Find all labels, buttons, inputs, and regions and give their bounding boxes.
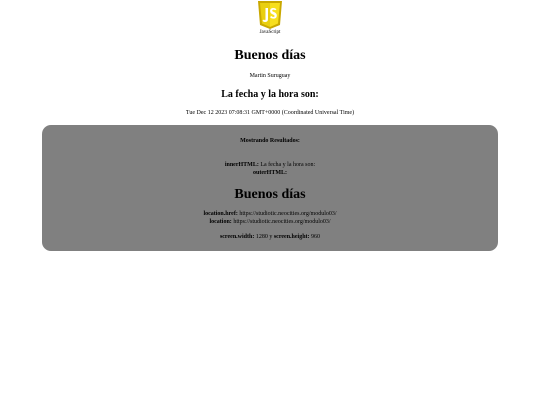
location-value: https://studiotic.neocities.org/modulo03… — [233, 219, 331, 225]
results-title: Mostrando Resultados: — [240, 138, 300, 144]
screen-width-value: 1280 — [255, 234, 268, 240]
location-href-value: https://studiotic.neocities.org/modulo03… — [239, 211, 337, 217]
location-href-row: location.href: https://studiotic.neociti… — [42, 211, 498, 218]
datetime-heading: La fecha y la hora son: — [221, 89, 319, 100]
innerhtml-value: La fecha y la hora son: — [260, 162, 316, 168]
logo-container — [0, 0, 540, 34]
screen-size-row: screen.width: 1280 y screen.height: 960 — [42, 234, 498, 241]
innerhtml-row: innerHTML: La fecha y la hora son: — [42, 162, 498, 169]
location-href-label: location.href: — [203, 211, 238, 217]
author-name: Martin Suruguay — [249, 73, 291, 79]
location-label: location: — [209, 219, 232, 225]
page-greeting: Buenos días — [234, 48, 306, 63]
results-panel: Mostrando Resultados: innerHTML: La fech… — [42, 125, 498, 251]
screen-width-label: screen.width: — [219, 234, 255, 240]
screen-joiner: y — [269, 234, 273, 240]
results-greeting: Buenos días — [234, 187, 306, 202]
innerhtml-label: innerHTML: — [224, 162, 259, 168]
outerhtml-label: outerHTML: — [253, 170, 287, 176]
datetime-value: Tue Dec 12 2023 07:08:31 GMT+0000 (Coord… — [185, 110, 355, 116]
javascript-logo-icon — [258, 1, 282, 29]
logo-caption: JavaScript — [259, 30, 281, 35]
screen-height-value: 960 — [311, 234, 321, 240]
screen-height-label: screen.height: — [273, 234, 310, 240]
page: JavaScript Buenos días Martin Suruguay L… — [0, 0, 540, 405]
outerhtml-row: outerHTML: — [42, 170, 498, 177]
location-row: location: https://studiotic.neocities.or… — [42, 219, 498, 226]
